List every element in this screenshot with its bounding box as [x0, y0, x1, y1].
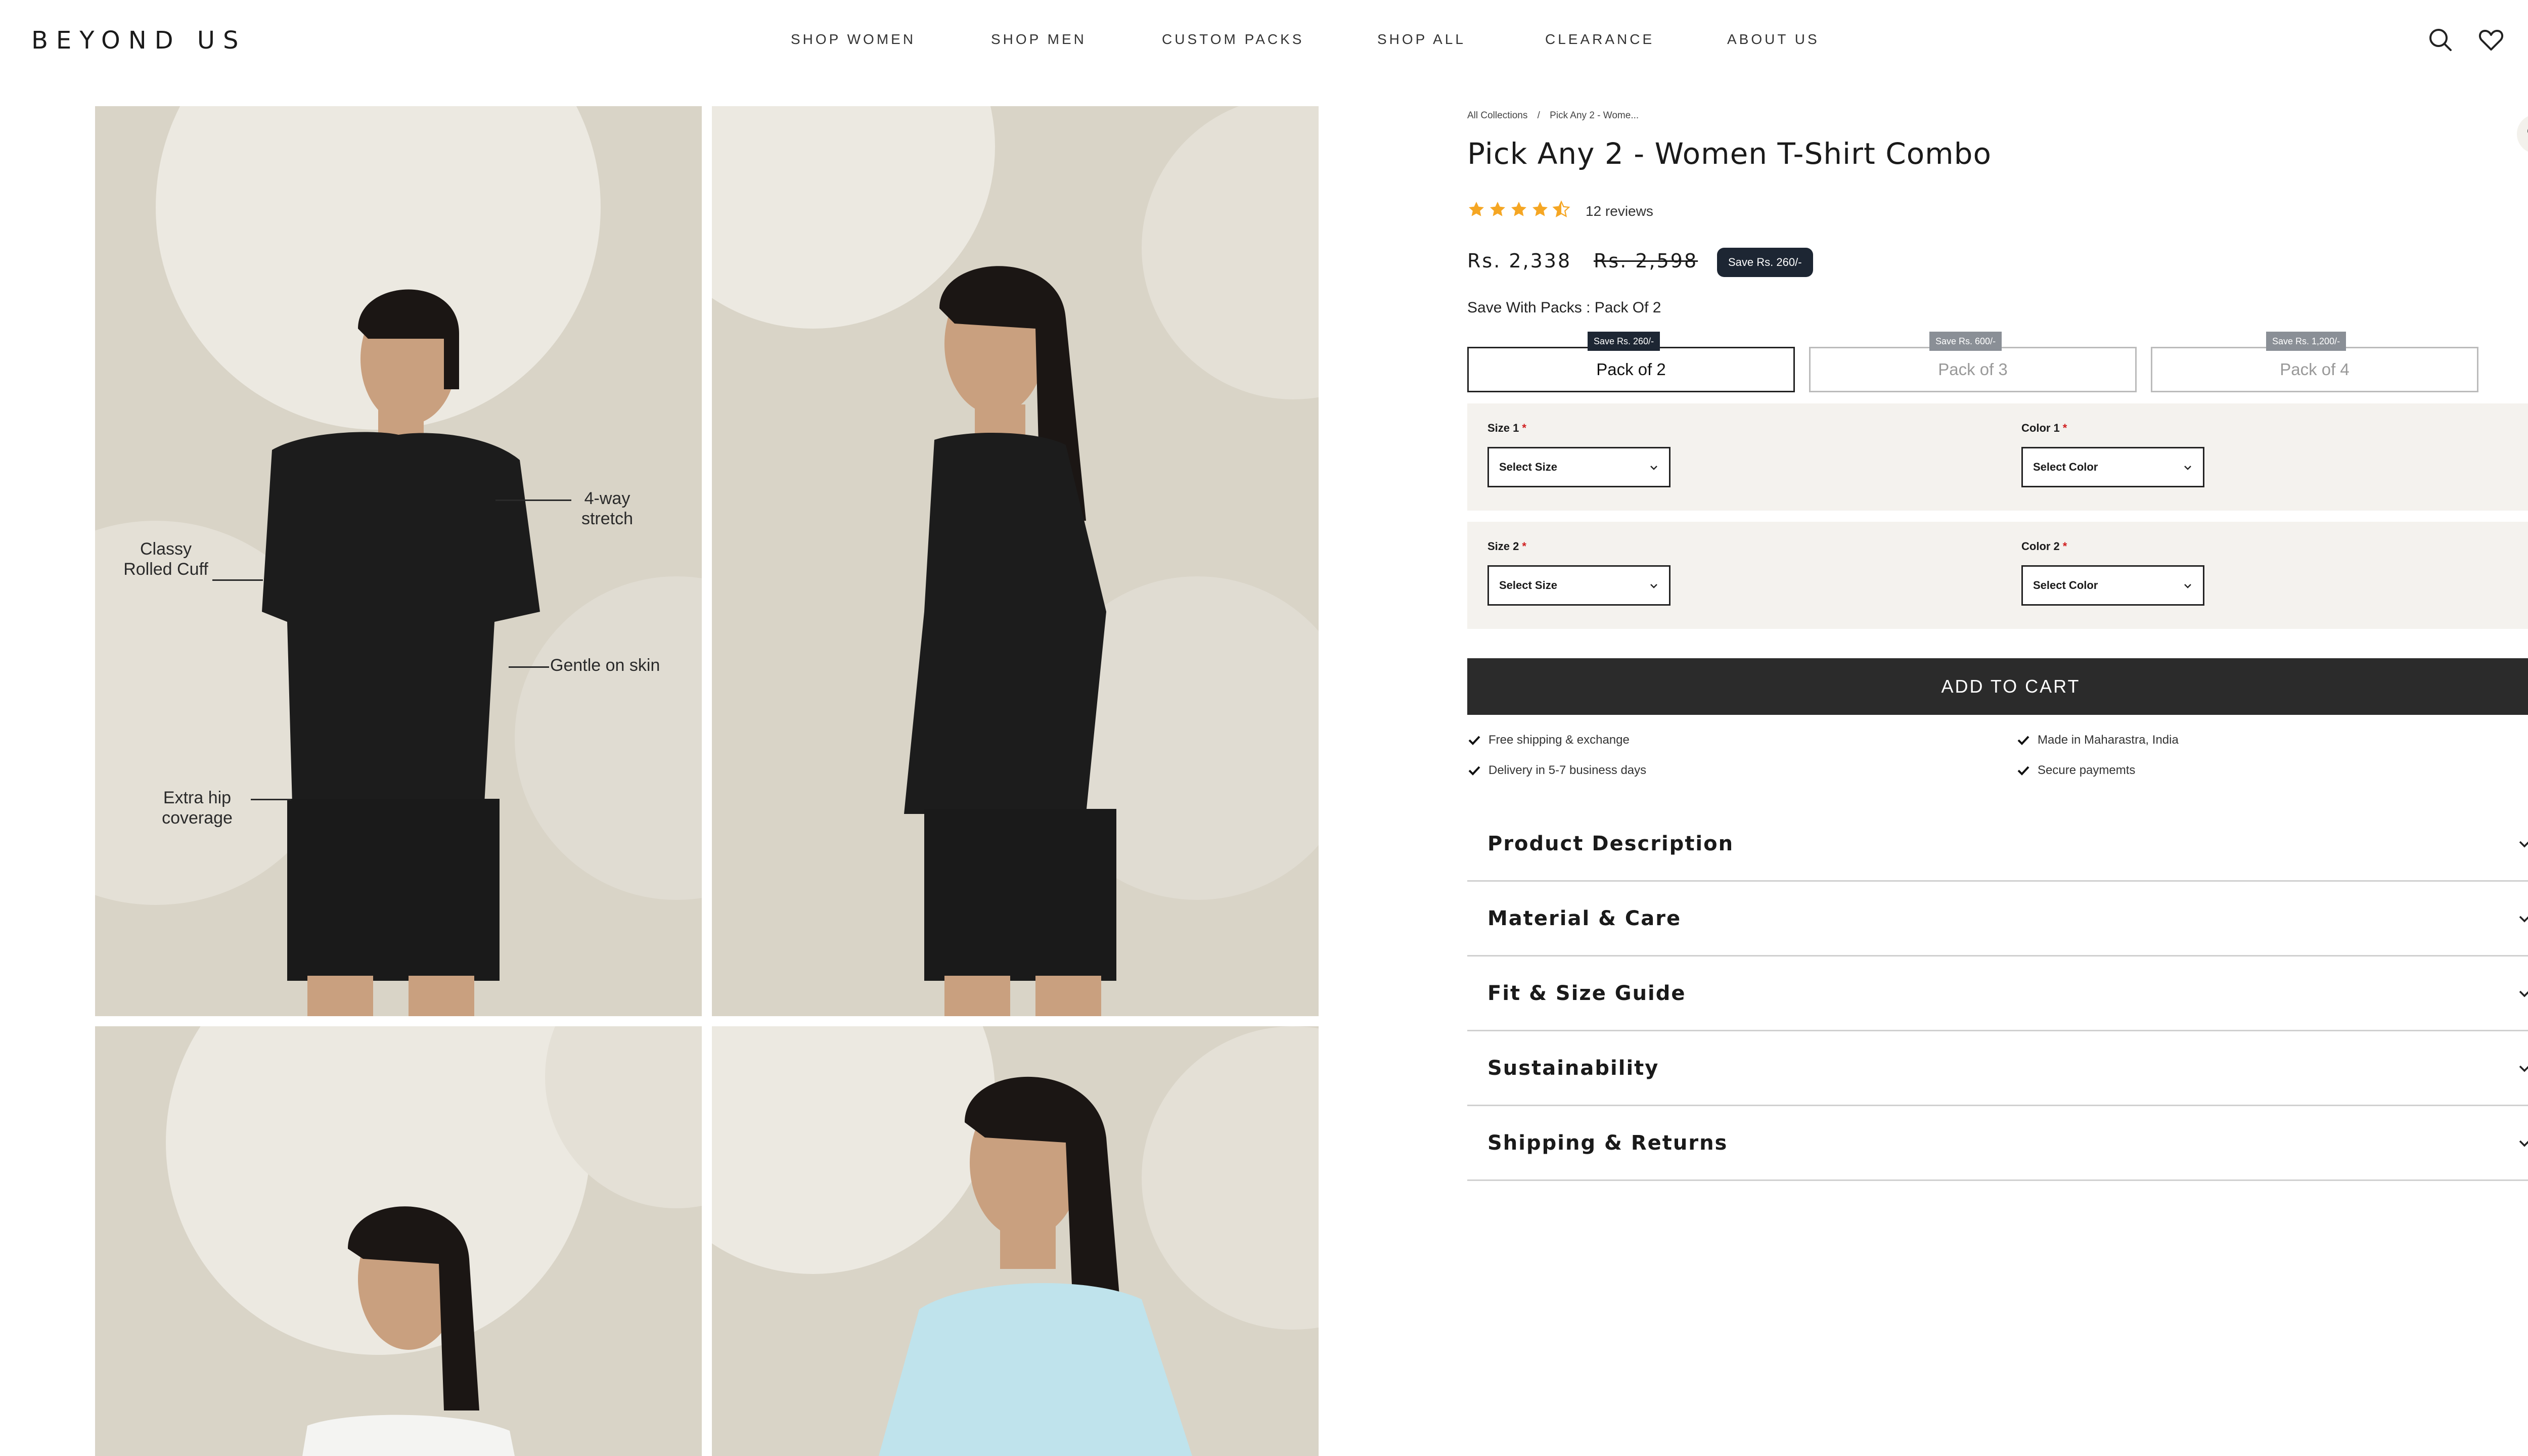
size-1-select[interactable]: Select Size: [1487, 447, 1671, 487]
star-icon: [1490, 202, 1505, 216]
pack-of-4-save-tag: Save Rs. 1,200/-: [2266, 332, 2346, 351]
option-group-2: Size 2 * Select Size Color 2 * Select Colo…: [1467, 522, 2528, 629]
size-1-label: Size 1 *: [1487, 422, 1526, 434]
product-title: Pick Any 2 - Women T-Shirt Combo: [1467, 136, 1992, 171]
pack-of-3-option[interactable]: Pack of 3: [1809, 347, 2137, 392]
accordion-sustainability[interactable]: Sustainability: [1467, 1031, 2528, 1106]
callout-line-stretch: [495, 499, 571, 501]
nav-custom-packs[interactable]: CUSTOM PACKS: [1162, 31, 1304, 48]
accordion-product-description[interactable]: Product Description: [1467, 807, 2528, 882]
size-2-select[interactable]: Select Size: [1487, 565, 1671, 606]
accordion-title: Product Description: [1487, 832, 1734, 855]
rating-stars: [1467, 200, 1570, 220]
heart-icon[interactable]: [2477, 26, 2505, 54]
product-image-front-white[interactable]: [95, 1026, 702, 1456]
nav-shop-all[interactable]: SHOP ALL: [1377, 31, 1466, 48]
breadcrumb-separator: /: [1537, 110, 1540, 121]
callout-cuff: Classy Rolled Cuff: [123, 539, 208, 579]
star-icon: [1469, 202, 1484, 216]
callout-line-skin: [509, 666, 549, 668]
breadcrumb-current: Pick Any 2 - Wome...: [1550, 110, 1639, 121]
feature-delivery: Delivery in 5-7 business days: [1467, 763, 1646, 778]
pack-selection-label: Save With Packs : Pack Of 2: [1467, 299, 1661, 316]
callout-line-hip: [251, 799, 291, 800]
accordion-title: Sustainability: [1487, 1056, 1659, 1080]
check-icon: [1468, 736, 1480, 745]
feature-made-in: Made in Maharastra, India: [2016, 733, 2179, 747]
nav-clearance[interactable]: CLEARANCE: [1545, 31, 1654, 48]
chevron-down-icon: [2519, 990, 2528, 997]
accordion-fit-size-guide[interactable]: Fit & Size Guide: [1467, 957, 2528, 1031]
chevron-down-icon: [1650, 584, 1657, 588]
save-badge: Save Rs. 260/-: [1717, 248, 1813, 277]
product-image-side-black[interactable]: [712, 106, 1319, 1016]
accordion-title: Shipping & Returns: [1487, 1131, 1728, 1155]
chevron-down-icon: [2519, 916, 2528, 922]
callout-hip: Extra hip coverage: [162, 788, 233, 828]
half-star-icon: [1552, 200, 1570, 217]
reviews-link[interactable]: 12 reviews: [1586, 203, 1653, 219]
callout-line-cuff: [212, 579, 263, 581]
check-icon: [1468, 766, 1480, 776]
option-group-1: Size 1 * Select Size Color 1 * Select Colo…: [1467, 403, 2528, 511]
star-icon: [1511, 202, 1526, 216]
breadcrumb-all-collections[interactable]: All Collections: [1467, 110, 1527, 121]
wishlist-button[interactable]: [2517, 114, 2528, 154]
chevron-down-icon: [2184, 584, 2191, 588]
chevron-down-icon: [2519, 841, 2528, 847]
accordion-shipping-returns[interactable]: Shipping & Returns: [1467, 1106, 2528, 1181]
breadcrumb: All Collections / Pick Any 2 - Wome...: [1467, 110, 1646, 121]
color-2-label: Color 2 *: [2021, 540, 2067, 553]
original-price: Rs. 2,598: [1594, 250, 1698, 272]
bag-icon[interactable]: 0: [2526, 26, 2528, 54]
accordion-title: Fit & Size Guide: [1487, 981, 1686, 1005]
search-icon[interactable]: [2427, 26, 2454, 54]
product-image-side-blue[interactable]: [712, 1026, 1319, 1456]
pack-of-3-save-tag: Save Rs. 600/-: [1929, 332, 2002, 351]
color-1-label: Color 1 *: [2021, 422, 2067, 434]
site-header: BEYOND US SHOP WOMEN SHOP MEN CUSTOM PAC…: [0, 0, 2528, 81]
color-1-select[interactable]: Select Color: [2021, 447, 2204, 487]
chevron-down-icon: [2519, 1140, 2528, 1147]
main-nav: SHOP WOMEN SHOP MEN CUSTOM PACKS SHOP AL…: [0, 31, 2528, 52]
check-icon: [2017, 766, 2029, 776]
pack-of-4-option[interactable]: Pack of 4: [2151, 347, 2478, 392]
pack-of-2-save-tag: Save Rs. 260/-: [1588, 332, 1660, 351]
check-icon: [2017, 736, 2029, 745]
accordion-title: Material & Care: [1487, 906, 1682, 930]
size-2-label: Size 2 *: [1487, 540, 1526, 553]
chevron-down-icon: [2184, 466, 2191, 470]
accordion-material-care[interactable]: Material & Care: [1467, 882, 2528, 957]
nav-about-us[interactable]: ABOUT US: [1727, 31, 1820, 48]
feature-secure-payments: Secure paymemts: [2016, 763, 2135, 778]
pack-of-2-option[interactable]: Pack of 2: [1467, 347, 1795, 392]
callout-stretch: 4-way stretch: [581, 489, 634, 528]
color-2-select[interactable]: Select Color: [2021, 565, 2204, 606]
add-to-cart-button[interactable]: ADD TO CART: [1467, 658, 2528, 715]
feature-free-shipping: Free shipping & exchange: [1467, 733, 1630, 747]
callout-skin: Gentle on skin: [550, 656, 660, 675]
chevron-down-icon: [1650, 466, 1657, 470]
star-icon: [1532, 202, 1548, 216]
current-price: Rs. 2,338: [1467, 250, 1572, 272]
chevron-down-icon: [2519, 1065, 2528, 1072]
nav-shop-women[interactable]: SHOP WOMEN: [791, 31, 916, 48]
nav-shop-men[interactable]: SHOP MEN: [991, 31, 1087, 48]
